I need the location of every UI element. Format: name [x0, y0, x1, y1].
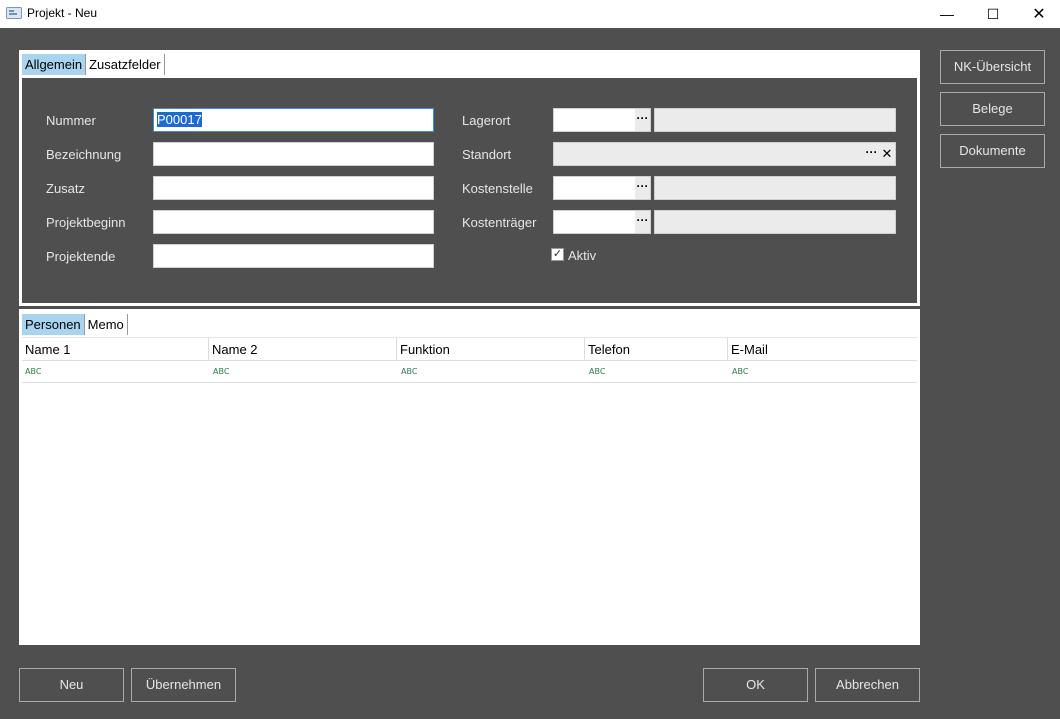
standort-label: Standort	[462, 147, 512, 162]
kostenstelle-description	[654, 176, 896, 200]
bezeichnung-label: Bezeichnung	[46, 147, 122, 162]
belege-button[interactable]: Belege	[940, 92, 1045, 126]
text-filter-icon[interactable]: ABC	[213, 367, 229, 376]
nummer-field[interactable]: P00017	[153, 108, 434, 132]
text-filter-icon[interactable]: ABC	[732, 367, 748, 376]
close-icon: ✕	[1032, 6, 1046, 23]
lagerort-description	[654, 108, 896, 132]
dokumente-button[interactable]: Dokumente	[940, 134, 1045, 168]
kostentraeger-label: Kostenträger	[462, 215, 537, 230]
lagerort-lookup-button[interactable]: ···	[635, 109, 650, 131]
text-filter-icon[interactable]: ABC	[25, 367, 41, 376]
standort-clear-icon[interactable]: ✕	[880, 143, 894, 165]
abbrechen-button[interactable]: Abbrechen	[815, 668, 920, 702]
nummer-value: P00017	[157, 112, 202, 127]
checkmark-icon: ✓	[552, 248, 563, 260]
bottom-tabstrip: Personen Memo	[22, 314, 128, 336]
minimize-icon: —	[940, 6, 954, 22]
column-header-email[interactable]: E-Mail	[728, 338, 917, 361]
top-tabstrip: Allgemein Zusatzfelder	[22, 54, 165, 76]
bezeichnung-field[interactable]	[153, 142, 434, 166]
maximize-icon: ☐	[986, 5, 1000, 22]
zusatz-label: Zusatz	[46, 181, 86, 196]
general-panel: Allgemein Zusatzfelder Nummer P00017 Bez…	[19, 50, 920, 306]
general-tab-content: Nummer P00017 Bezeichnung Zusatz Projekt…	[22, 78, 917, 303]
lagerort-label: Lagerort	[462, 113, 511, 128]
aktiv-checkbox[interactable]: ✓	[551, 248, 564, 261]
neu-button[interactable]: Neu	[19, 668, 124, 702]
projektbeginn-label: Projektbeginn	[46, 215, 126, 230]
nk-uebersicht-button[interactable]: NK-Übersicht	[940, 50, 1045, 84]
uebernehmen-button[interactable]: Übernehmen	[131, 668, 236, 702]
close-button[interactable]: ✕	[1016, 0, 1060, 28]
persons-panel: Personen Memo Name 1 Name 2 Funktion Tel…	[19, 309, 920, 645]
grid-filter-row[interactable]: ABC ABC ABC ABC ABC	[22, 361, 917, 383]
column-header-telefon[interactable]: Telefon	[585, 338, 728, 361]
grid-header: Name 1 Name 2 Funktion Telefon E-Mail	[22, 338, 917, 361]
aktiv-label: Aktiv	[568, 248, 597, 263]
projektende-label: Projektende	[46, 249, 116, 264]
column-header-name2[interactable]: Name 2	[209, 338, 397, 361]
tab-personen[interactable]: Personen	[22, 314, 85, 335]
kostenstelle-lookup-button[interactable]: ···	[635, 177, 650, 199]
maximize-button[interactable]: ☐	[970, 0, 1016, 28]
projektbeginn-field[interactable]	[153, 210, 434, 234]
window-title: Projekt - Neu	[27, 6, 98, 20]
text-filter-icon[interactable]: ABC	[401, 367, 417, 376]
tab-allgemein[interactable]: Allgemein	[22, 54, 87, 75]
column-header-funktion[interactable]: Funktion	[397, 338, 585, 361]
title-bar: Projekt - Neu — ☐ ✕	[0, 0, 1060, 28]
tab-memo[interactable]: Memo	[85, 314, 128, 335]
minimize-button[interactable]: —	[924, 0, 970, 28]
app-logo-icon	[6, 7, 22, 19]
ok-button[interactable]: OK	[703, 668, 808, 702]
tab-zusatzfelder[interactable]: Zusatzfelder	[86, 54, 165, 75]
nummer-label: Nummer	[46, 113, 96, 128]
kostentraeger-description	[654, 210, 896, 234]
zusatz-field[interactable]	[153, 176, 434, 200]
kostenstelle-label: Kostenstelle	[462, 181, 533, 196]
text-filter-icon[interactable]: ABC	[589, 367, 605, 376]
standort-lookup-button[interactable]: ···	[864, 143, 879, 165]
persons-grid[interactable]: Name 1 Name 2 Funktion Telefon E-Mail AB…	[22, 337, 917, 642]
standort-field[interactable]	[553, 142, 896, 166]
column-header-name1[interactable]: Name 1	[22, 338, 209, 361]
kostentraeger-lookup-button[interactable]: ···	[635, 211, 650, 233]
projektende-field[interactable]	[153, 244, 434, 268]
